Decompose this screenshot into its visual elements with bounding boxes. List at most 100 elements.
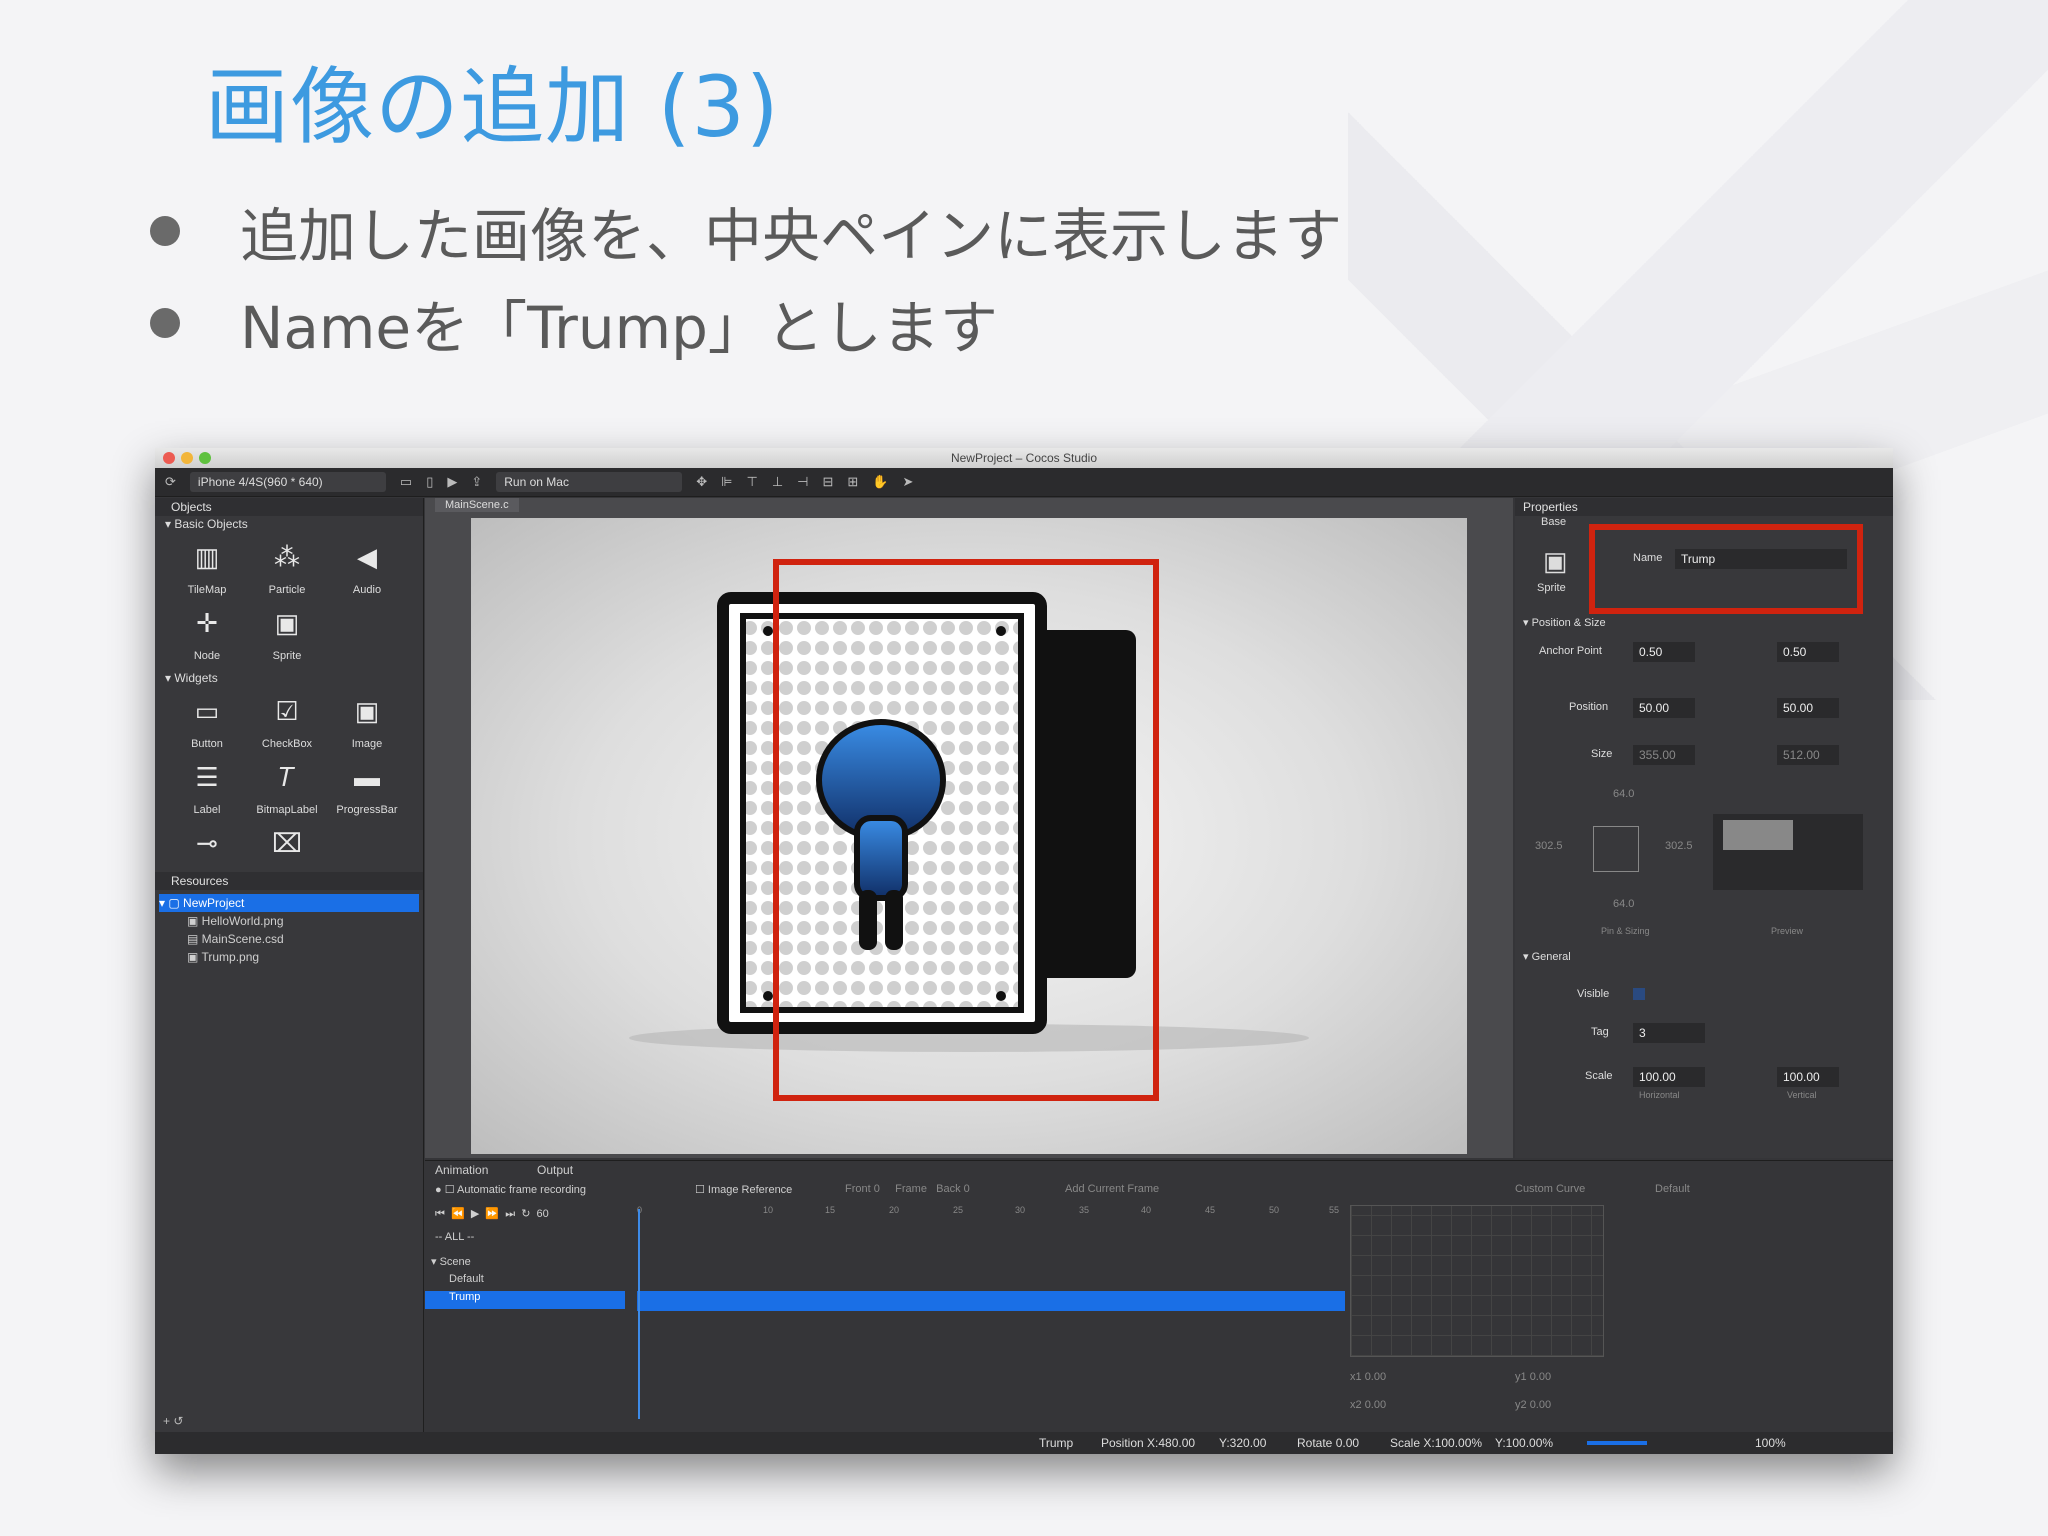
run-target-select[interactable]: Run on Mac <box>496 472 683 492</box>
publish-icon[interactable]: ⇪ <box>471 474 482 490</box>
basic-objects-header[interactable]: ▾ Basic Objects <box>155 516 423 532</box>
animation-panel: Animation Output ● ☐ Automatic frame rec… <box>425 1160 1893 1433</box>
refresh-icon[interactable]: ⟳ <box>165 474 176 490</box>
position-y-field[interactable]: 50.00 <box>1777 698 1839 718</box>
resources-title: Resources <box>155 872 423 890</box>
add-resource-icon[interactable]: + ↺ <box>163 1414 183 1428</box>
tree-item-project[interactable]: ▾ ▢ NewProject <box>159 894 419 912</box>
auto-record-toggle[interactable]: ● ☐ Automatic frame recording <box>435 1183 586 1196</box>
align-right-icon[interactable]: ⊣ <box>797 474 808 490</box>
base-tab[interactable]: Base <box>1541 516 1566 528</box>
scale-h-field[interactable]: 100.00 <box>1633 1067 1705 1087</box>
label-widget[interactable]: ☰ Label <box>167 760 247 816</box>
size-label: Size <box>1591 748 1613 760</box>
text-icon: 𝑇 <box>278 762 296 792</box>
position-size-header[interactable]: ▾ Position & Size <box>1523 616 1606 629</box>
timeline-item-trump[interactable]: Trump <box>425 1291 625 1309</box>
curve-x2: x2 0.00 <box>1350 1399 1387 1411</box>
anchor-y-field[interactable]: 0.50 <box>1777 642 1839 662</box>
bullet-text: Nameを「Trump」とします <box>240 294 998 362</box>
sprite-item[interactable]: ▣ Sprite <box>247 606 327 662</box>
timeline-item-default[interactable]: Default <box>425 1273 625 1291</box>
image-reference-toggle[interactable]: ☐ Image Reference <box>695 1183 792 1196</box>
size-h-field[interactable]: 512.00 <box>1777 745 1839 765</box>
tag-label: Tag <box>1591 1026 1609 1038</box>
minimize-icon[interactable] <box>181 452 193 464</box>
textfield-widget[interactable]: ⌧ <box>247 826 327 860</box>
visible-checkbox[interactable] <box>1633 988 1645 1000</box>
widgets-header[interactable]: ▾ Widgets <box>155 670 423 686</box>
pin-box[interactable] <box>1593 826 1639 872</box>
slider-icon: ⊸ <box>196 828 218 858</box>
window-title: NewProject – Cocos Studio <box>950 451 1098 465</box>
pin-caption: Pin & Sizing <box>1601 926 1650 936</box>
playback-controls[interactable]: ⏮ ⏪ ▶ ⏩ ⏭ ↻ 60 <box>435 1207 549 1221</box>
layer-filter-select[interactable]: -- ALL -- <box>435 1231 474 1243</box>
zoom-level[interactable]: 100% <box>1755 1432 1786 1454</box>
zoom-icon[interactable] <box>199 452 211 464</box>
move-icon[interactable]: ✥ <box>696 474 707 490</box>
landscape-icon[interactable]: ▭ <box>400 474 412 490</box>
particle-item[interactable]: ⁂ Particle <box>247 540 327 596</box>
timeline-ruler[interactable]: 0 10 15 20 25 30 35 40 45 50 55 <box>637 1205 1339 1245</box>
general-header[interactable]: ▾ General <box>1523 950 1571 963</box>
front-back-controls: Front 0 Frame Back 0 <box>845 1183 970 1195</box>
properties-panel: Properties Base ▣ Sprite Name Trump ▾ Po… <box>1515 498 1893 1158</box>
close-icon[interactable] <box>163 452 175 464</box>
bullet-item: Nameを「Trump」とします <box>150 277 1342 369</box>
tree-item[interactable]: ▣ HelloWorld.png <box>159 912 419 930</box>
fps-field[interactable]: 60 <box>537 1208 549 1220</box>
status-scale: Scale X:100.00% <box>1390 1436 1483 1450</box>
progressbar-widget[interactable]: ▬ ProgressBar <box>327 760 407 816</box>
distribute-icon[interactable]: ⊞ <box>847 474 858 490</box>
image-icon: ▣ <box>354 696 380 726</box>
tilemap-item[interactable]: ▥ TileMap <box>167 540 247 596</box>
hand-icon[interactable]: ✋ <box>872 474 888 490</box>
position-x-field[interactable]: 50.00 <box>1633 698 1695 718</box>
curve-editor[interactable] <box>1350 1205 1604 1357</box>
slide-title: 画像の追加 (3) <box>205 58 780 156</box>
tab-mainscene[interactable]: MainScene.c <box>435 498 519 512</box>
slider-widget[interactable]: ⊸ <box>167 826 247 860</box>
objects-panel: Objects ▾ Basic Objects ▥ TileMap ⁂ Partic… <box>155 498 424 1432</box>
app-window: NewProject – Cocos Studio ⟳ iPhone 4/4S(… <box>155 448 1893 1454</box>
position-label: Position <box>1569 701 1609 713</box>
bullet-list: 追加した画像を、中央ペインに表示します Nameを「Trump」とします <box>150 185 1342 369</box>
play-icon[interactable]: ▶ <box>447 474 457 490</box>
align-left-icon[interactable]: ⊫ <box>721 474 732 490</box>
vertical-caption: Vertical <box>1787 1090 1817 1100</box>
pointer-icon[interactable]: ➤ <box>902 474 913 490</box>
title-bar: NewProject – Cocos Studio <box>155 448 1893 468</box>
align-top-icon[interactable]: ⊤ <box>747 474 758 490</box>
preview-box <box>1713 814 1863 890</box>
tree-item[interactable]: ▣ Trump.png <box>159 948 419 966</box>
scene-editor: MainScene.c <box>425 498 1513 1158</box>
anchor-label: Anchor Point <box>1539 645 1602 657</box>
device-select[interactable]: iPhone 4/4S(960 * 640) <box>189 472 386 492</box>
button-widget[interactable]: ▭ Button <box>167 694 247 750</box>
scale-v-field[interactable]: 100.00 <box>1777 1067 1839 1087</box>
portrait-icon[interactable]: ▯ <box>426 474 433 490</box>
map-icon: ▥ <box>194 542 220 572</box>
align-bottom-icon[interactable]: ⊥ <box>772 474 783 490</box>
tab-animation[interactable]: Animation <box>435 1163 488 1177</box>
tab-output[interactable]: Output <box>537 1163 573 1177</box>
node-item[interactable]: ✛ Node <box>167 606 247 662</box>
tree-item[interactable]: ▤ MainScene.csd <box>159 930 419 948</box>
toolbar: ⟳ iPhone 4/4S(960 * 640) ▭ ▯ ▶ ⇪ Run on … <box>155 468 1893 497</box>
size-w-field[interactable]: 355.00 <box>1633 745 1695 765</box>
playhead[interactable] <box>638 1209 640 1419</box>
checkbox-widget[interactable]: ☑ CheckBox <box>247 694 327 750</box>
add-current-frame[interactable]: Add Current Frame <box>1065 1183 1159 1195</box>
anchor-x-field[interactable]: 0.50 <box>1633 642 1695 662</box>
scene-canvas[interactable] <box>471 518 1467 1154</box>
image-widget[interactable]: ▣ Image <box>327 694 407 750</box>
zoom-slider[interactable] <box>1587 1441 1647 1445</box>
tag-field[interactable]: 3 <box>1633 1023 1705 1043</box>
audio-item[interactable]: ◀ Audio <box>327 540 407 596</box>
timeline-item-scene[interactable]: ▾ Scene <box>425 1255 625 1273</box>
trump-track-bar[interactable] <box>637 1291 1345 1311</box>
custom-curve-label: Custom Curve <box>1515 1183 1586 1195</box>
bitmaplabel-widget[interactable]: 𝑇 BitmapLabel <box>247 760 327 816</box>
align-center-icon[interactable]: ⊟ <box>822 474 833 490</box>
